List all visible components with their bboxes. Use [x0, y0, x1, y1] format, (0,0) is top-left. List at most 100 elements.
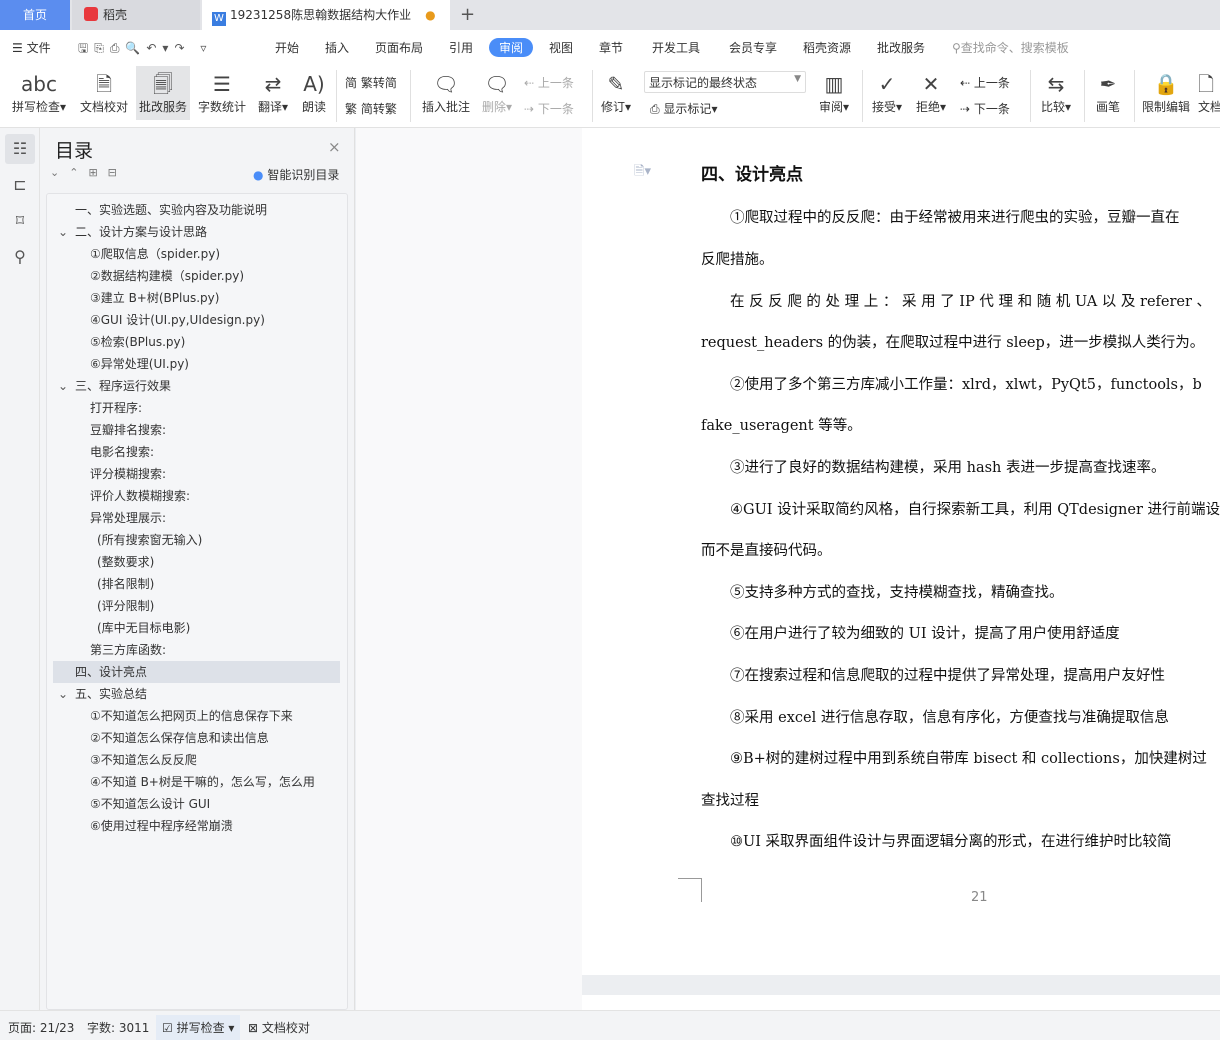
- toc-item[interactable]: (库中无目标电影): [97, 617, 190, 639]
- toc-item[interactable]: ②数据结构建模（spider.py): [90, 265, 244, 287]
- page-indicator[interactable]: 页面: 21/23: [8, 1019, 74, 1036]
- reject-button[interactable]: ✕ 拒绝▾: [912, 70, 950, 115]
- menu-view[interactable]: 视图: [549, 39, 573, 56]
- smart-toc-button[interactable]: ● 智能识别目录: [253, 166, 339, 183]
- correction-service-button[interactable]: 🗐 批改服务: [136, 66, 190, 120]
- spell-check-icon: abc: [21, 72, 57, 96]
- paragraph-line: ⑤支持多种方式的查找，支持模糊查找，精确查找。: [730, 585, 1064, 601]
- accept-button[interactable]: ✓ 接受▾: [868, 70, 906, 115]
- chevron-down-icon[interactable]: ⌄: [58, 375, 68, 397]
- toc-item-label: 一、实验选题、实验内容及功能说明: [75, 203, 268, 217]
- comment-delete-icon: 🗨: [484, 72, 510, 96]
- toc-item[interactable]: ④不知道 B+树是干嘛的，怎么写，怎么用: [90, 771, 315, 793]
- simplified-to-traditional-button[interactable]: 繁 简转繁: [345, 100, 397, 117]
- toc-item[interactable]: ⑥使用过程中程序经常崩溃: [90, 815, 233, 837]
- toc-item-label: ⑥使用过程中程序经常崩溃: [90, 819, 233, 833]
- spell-check-button[interactable]: abc 拼写检查▾: [8, 70, 70, 115]
- toc-item[interactable]: 评价人数模糊搜索:: [90, 485, 190, 507]
- word-count[interactable]: 字数: 3011: [87, 1019, 149, 1036]
- chapter-nav-icon[interactable]: ⊏: [5, 170, 35, 200]
- menu-insert[interactable]: 插入: [325, 39, 349, 56]
- toc-item[interactable]: ⑤检索(BPlus.py): [90, 331, 185, 353]
- toc-item[interactable]: ⑤不知道怎么设计 GUI: [90, 793, 210, 815]
- file-menu[interactable]: ☰ 文件: [12, 39, 51, 56]
- menu-start[interactable]: 开始: [275, 39, 299, 56]
- doc-permission-button[interactable]: 🗋 文档: [1198, 70, 1220, 115]
- translate-button[interactable]: ⇄ 翻译▾: [254, 70, 292, 115]
- toc-item[interactable]: 电影名搜索:: [90, 441, 154, 463]
- toc-icon[interactable]: ☷: [5, 134, 35, 164]
- toc-tools[interactable]: ⌄⌃⊞⊟: [50, 166, 127, 179]
- paragraph-line: ⑦在搜索过程和信息爬取的过程中提供了异常处理，提高用户友好性: [730, 668, 1165, 684]
- toc-item[interactable]: (评分限制): [97, 595, 154, 617]
- track-changes-button[interactable]: ✎ 修订▾: [598, 70, 634, 115]
- menu-layout[interactable]: 页面布局: [375, 39, 423, 56]
- writer-doc-icon: W: [212, 12, 226, 26]
- tab-document[interactable]: W 19231258陈思翰数据结构大作业 ●: [202, 0, 450, 30]
- menu-daoke-resources[interactable]: 稻壳资源: [803, 39, 851, 56]
- paragraph-line: 在 反 反 爬 的 处 理 上 ： 采 用 了 IP 代 理 和 随 机 UA …: [730, 294, 1212, 310]
- next-change-button[interactable]: ⇢ 下一条: [960, 100, 1010, 117]
- insert-comment-button[interactable]: 🗨 插入批注: [420, 70, 472, 115]
- next-comment-button[interactable]: ⇢ 下一条: [524, 100, 574, 117]
- toc-item[interactable]: 四、设计亮点: [53, 661, 340, 683]
- tab-home[interactable]: 首页: [0, 0, 70, 30]
- spell-check-status[interactable]: ☑ 拼写检查 ▾: [156, 1015, 241, 1040]
- menu-correction[interactable]: 批改服务: [877, 39, 925, 56]
- review-ribbon: abc 拼写检查▾ 🗎 文档校对 🗐 批改服务 ☰ 字数统计 ⇄ 翻译▾ A) 朗读 简 繁…: [0, 66, 1220, 128]
- comment-plus-icon: 🗨: [433, 72, 459, 96]
- review-pane-button[interactable]: ▥ 审阅▾: [814, 70, 854, 115]
- toc-item[interactable]: 打开程序:: [90, 397, 142, 419]
- delete-comment-button[interactable]: 🗨 删除▾: [478, 70, 516, 115]
- menu-member[interactable]: 会员专享: [729, 39, 777, 56]
- chevron-down-icon[interactable]: ⌄: [58, 683, 68, 705]
- toc-item[interactable]: ⌄ 五、实验总结: [58, 683, 147, 705]
- tab-daoke[interactable]: 稻壳: [72, 0, 200, 30]
- prev-comment-button[interactable]: ⇠ 上一条: [524, 74, 574, 91]
- bookmark-icon[interactable]: ⌑: [5, 206, 35, 236]
- toc-item[interactable]: 豆瓣排名搜索:: [90, 419, 166, 441]
- search-icon[interactable]: ⚲: [5, 242, 35, 272]
- read-aloud-button[interactable]: A) 朗读: [298, 70, 330, 115]
- toc-item[interactable]: (排名限制): [97, 573, 154, 595]
- traditional-to-simplified-button[interactable]: 简 繁转简: [345, 74, 397, 91]
- toc-item[interactable]: ④GUI 设计(UI.py,UIdesign.py): [90, 309, 265, 331]
- unsaved-dot-icon: ●: [425, 8, 436, 22]
- word-count-button[interactable]: ☰ 字数统计: [196, 70, 248, 115]
- search-placeholder: 查找命令、搜索模板: [960, 41, 1069, 55]
- chevron-down-icon[interactable]: ⌄: [58, 221, 68, 243]
- menu-developer[interactable]: 开发工具: [652, 39, 700, 56]
- proofread-status[interactable]: ⊠ 文档校对: [248, 1019, 310, 1036]
- command-search[interactable]: ⚲查找命令、搜索模板: [952, 39, 1069, 56]
- close-icon[interactable]: ×: [328, 138, 341, 156]
- show-markup-button[interactable]: ⎙ 显示标记▾: [650, 100, 717, 117]
- toc-item[interactable]: ③建立 B+树(BPlus.py): [90, 287, 219, 309]
- toc-item[interactable]: ⌄ 三、程序运行效果: [58, 375, 171, 397]
- quick-access-toolbar[interactable]: 🖫⎘⎙🔍↶▾↷ ▿: [78, 39, 212, 60]
- toc-item[interactable]: 评分模糊搜索:: [90, 463, 166, 485]
- toc-item[interactable]: ⑥异常处理(UI.py): [90, 353, 189, 375]
- toc-item[interactable]: (整数要求): [97, 551, 154, 573]
- menu-chapter[interactable]: 章节: [599, 39, 623, 56]
- restrict-editing-button[interactable]: 🔒 限制编辑: [1140, 70, 1192, 115]
- toc-item[interactable]: ①不知道怎么把网页上的信息保存下来: [90, 705, 293, 727]
- menu-reference[interactable]: 引用: [449, 39, 473, 56]
- toc-item[interactable]: ①爬取信息（spider.py): [90, 243, 220, 265]
- compare-button[interactable]: ⇆ 比较▾: [1036, 70, 1076, 115]
- toc-item[interactable]: 第三方库函数:: [90, 639, 166, 661]
- menu-review[interactable]: 审阅: [489, 38, 534, 57]
- correction-icon: 🗐: [153, 72, 173, 96]
- toc-item[interactable]: 异常处理展示:: [90, 507, 166, 529]
- toc-item[interactable]: 一、实验选题、实验内容及功能说明: [75, 199, 267, 221]
- toc-item[interactable]: (所有搜索窗无输入): [97, 529, 202, 551]
- paragraph-menu-icon[interactable]: 🗎▾: [634, 162, 651, 184]
- toc-item[interactable]: ②不知道怎么保存信息和读出信息: [90, 727, 269, 749]
- markup-state-select[interactable]: 显示标记的最终状态 ▼: [644, 71, 806, 93]
- toc-item[interactable]: ③不知道怎么反反爬: [90, 749, 197, 771]
- new-tab-button[interactable]: +: [460, 0, 480, 30]
- toc-item-label: 电影名搜索:: [90, 445, 155, 459]
- toc-item[interactable]: ⌄ 二、设计方案与设计思路: [58, 221, 207, 243]
- pen-button[interactable]: ✒ 画笔: [1090, 70, 1126, 115]
- doc-proofread-button[interactable]: 🗎 文档校对: [78, 70, 130, 115]
- prev-change-button[interactable]: ⇠ 上一条: [960, 74, 1010, 91]
